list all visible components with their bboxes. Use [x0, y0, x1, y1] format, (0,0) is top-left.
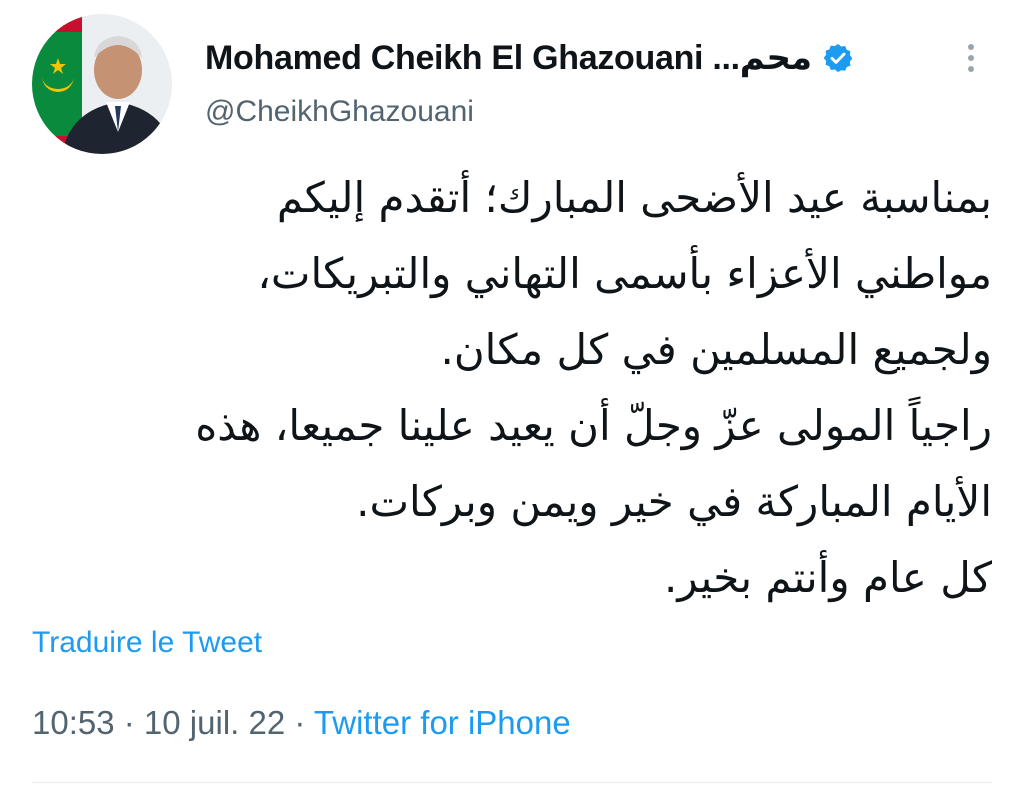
more-vertical-icon[interactable] [958, 38, 984, 78]
tweet-text-line: ولجميع المسلمين في كل مكان. [440, 325, 992, 374]
name-row: Mohamed Cheikh El Ghazouani ...محم [205, 32, 965, 84]
user-handle[interactable]: @CheikhGhazouani [205, 90, 965, 134]
tweet-time[interactable]: 10:53 [32, 704, 115, 741]
tweet-header: Mohamed Cheikh El Ghazouani ...محم @Chei… [205, 32, 965, 134]
meta-separator: · [285, 704, 314, 741]
tweet-date[interactable]: 10 juil. 22 [144, 704, 285, 741]
tweet-text-line: راجياً المولى عزّ وجلّ أن يعيد علينا جمي… [195, 401, 992, 450]
tweet-meta: 10:53 · 10 juil. 22 · Twitter for iPhone [32, 704, 571, 742]
translate-tweet-link[interactable]: Traduire le Tweet [32, 626, 262, 660]
display-name[interactable]: Mohamed Cheikh El Ghazouani ...محم [205, 38, 812, 78]
avatar-photo-icon [32, 14, 172, 154]
divider [32, 782, 992, 783]
tweet-text-line: مواطني الأعزاء بأسمى التهاني والتبريكات، [257, 249, 992, 298]
tweet-card: Mohamed Cheikh El Ghazouani ...محم @Chei… [0, 0, 1024, 802]
verified-badge-icon [822, 42, 854, 74]
tweet-source-link[interactable]: Twitter for iPhone [314, 704, 571, 741]
tweet-text-line: بمناسبة عيد الأضحى المبارك؛ أتقدم إليكم [276, 173, 992, 222]
meta-separator: · [114, 704, 144, 741]
avatar[interactable] [32, 14, 172, 154]
tweet-text: بمناسبة عيد الأضحى المبارك؛ أتقدم إليكم … [26, 160, 992, 616]
tweet-text-line: كل عام وأنتم بخير. [664, 553, 992, 602]
tweet-text-line: الأيام المباركة في خير ويمن وبركات. [356, 477, 992, 526]
